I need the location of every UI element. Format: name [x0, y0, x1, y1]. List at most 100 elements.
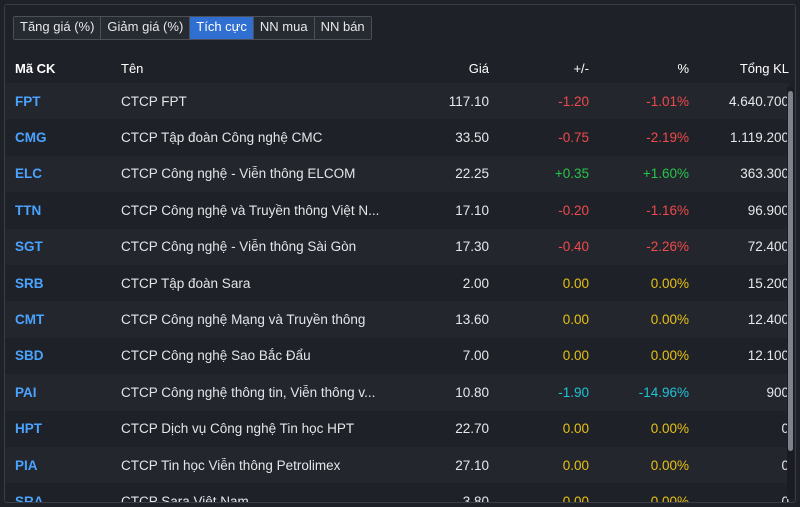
stock-symbol[interactable]: TTN — [5, 203, 111, 218]
company-name: CTCP Tập đoàn Công nghệ CMC — [121, 130, 323, 146]
table-row[interactable]: CMG CTCP Tập đoàn Công nghệ CMC 33.50 -0.75… — [5, 119, 789, 156]
stock-symbol[interactable]: CMG — [5, 130, 111, 145]
table-row[interactable]: HPT CTCP Dịch vụ Công nghệ Tin học HPT 22.… — [5, 410, 789, 447]
company-name: CTCP Công nghệ - Viễn thông Sài Gòn — [121, 239, 357, 255]
header-name[interactable]: Tên — [111, 61, 387, 76]
change-cell: 0.00 — [562, 275, 589, 291]
stock-symbol[interactable]: SRB — [5, 276, 111, 291]
stock-symbol[interactable]: PAI — [5, 385, 111, 400]
header-price[interactable]: Giá — [387, 61, 489, 76]
tab-active[interactable]: Tích cực — [190, 17, 254, 39]
table-row[interactable]: CMT CTCP Công nghệ Mạng và Truyền thông 13… — [5, 301, 789, 338]
volume-cell: 12.400 — [747, 312, 789, 328]
volume-cell: 0 — [781, 493, 789, 503]
table-row[interactable]: SBD CTCP Công nghệ Sao Bắc Đẩu 7.00 0.00 0.0… — [5, 337, 789, 375]
volume-cell: 0 — [781, 421, 789, 437]
company-name: CTCP Sara Việt Nam — [121, 493, 249, 503]
percent-cell: 0.00% — [650, 275, 689, 291]
percent-cell: 0.00% — [650, 421, 689, 437]
stock-symbol[interactable]: SBD — [5, 348, 111, 363]
percent-cell: -14.96% — [638, 384, 689, 400]
price-cell: 17.30 — [455, 239, 489, 255]
change-cell: 0.00 — [562, 493, 589, 503]
volume-cell: 15.200 — [747, 275, 789, 291]
table-row[interactable]: ELC CTCP Công nghệ - Viễn thông ELCOM 22.2… — [5, 155, 789, 193]
volume-cell: 72.400 — [747, 239, 789, 255]
header-volume[interactable]: Tổng KL — [689, 61, 789, 76]
table-row[interactable]: SRB CTCP Tập đoàn Sara 2.00 0.00 0.00% 15.200 — [5, 264, 789, 302]
percent-cell: -1.16% — [646, 202, 689, 218]
table-row[interactable]: SGT CTCP Công nghệ - Viễn thông Sài Gòn 17… — [5, 228, 789, 265]
stock-symbol[interactable]: PIA — [5, 458, 111, 473]
stock-symbol[interactable]: CMT — [5, 312, 111, 327]
table-row[interactable]: FPT CTCP FPT 117.10 -1.20 -1.01% 4.640.700 — [5, 83, 789, 120]
change-cell: +0.35 — [554, 166, 589, 182]
percent-cell: 0.00% — [650, 493, 689, 503]
change-cell: -0.40 — [558, 239, 589, 255]
change-cell: -1.20 — [558, 93, 589, 109]
volume-cell: 0 — [781, 457, 789, 473]
price-cell: 17.10 — [455, 202, 489, 218]
company-name: CTCP Công nghệ thông tin, Viễn thông v..… — [121, 384, 376, 400]
price-cell: 22.70 — [455, 421, 489, 437]
stock-symbol[interactable]: ELC — [5, 166, 111, 181]
percent-cell: +1.60% — [642, 166, 689, 182]
price-cell: 33.50 — [455, 130, 489, 146]
percent-cell: 0.00% — [650, 457, 689, 473]
percent-cell: -2.26% — [646, 239, 689, 255]
price-cell: 27.10 — [455, 457, 489, 473]
percent-cell: 0.00% — [650, 312, 689, 328]
volume-cell: 1.119.200 — [729, 130, 789, 146]
percent-cell: -1.01% — [646, 93, 689, 109]
price-cell: 7.00 — [462, 348, 489, 364]
company-name: CTCP Tập đoàn Sara — [121, 275, 251, 291]
stock-symbol[interactable]: SGT — [5, 239, 111, 254]
tab-gainers[interactable]: Tăng giá (%) — [14, 17, 102, 39]
price-cell: 22.25 — [455, 166, 489, 182]
stock-panel: Tăng giá (%) Giảm giá (%) Tích cực NN mu… — [4, 4, 796, 503]
company-name: CTCP Tin học Viễn thông Petrolimex — [121, 457, 341, 473]
change-cell: 0.00 — [562, 421, 589, 437]
stock-symbol[interactable]: HPT — [5, 421, 111, 436]
change-cell: 0.00 — [562, 348, 589, 364]
price-cell: 10.80 — [455, 384, 489, 400]
volume-cell: 96.900 — [747, 202, 789, 218]
company-name: CTCP Công nghệ Mạng và Truyền thông — [121, 312, 366, 328]
change-cell: 0.00 — [562, 312, 589, 328]
volume-cell: 900 — [766, 384, 789, 400]
price-cell: 117.10 — [448, 93, 489, 109]
stock-symbol[interactable]: FPT — [5, 94, 111, 109]
change-cell: -0.20 — [558, 202, 589, 218]
company-name: CTCP Công nghệ Sao Bắc Đẩu — [121, 348, 311, 364]
company-name: CTCP Công nghệ và Truyền thông Việt N... — [121, 202, 380, 218]
tab-losers[interactable]: Giảm giá (%) — [101, 17, 191, 39]
table-row[interactable]: PAI CTCP Công nghệ thông tin, Viễn thông … — [5, 374, 789, 411]
volume-cell: 363.300 — [740, 166, 789, 182]
company-name: CTCP FPT — [121, 93, 187, 109]
change-cell: 0.00 — [562, 457, 589, 473]
tab-foreign-buy[interactable]: NN mua — [253, 17, 315, 39]
table-header: Mã CK Tên Giá +/- % Tổng KL — [5, 53, 789, 83]
vertical-scrollbar[interactable] — [787, 87, 794, 499]
header-change[interactable]: +/- — [489, 61, 589, 76]
volume-cell: 4.640.700 — [728, 93, 789, 109]
header-percent[interactable]: % — [589, 61, 689, 76]
header-symbol[interactable]: Mã CK — [5, 61, 111, 76]
stock-symbol[interactable]: SRA — [5, 494, 111, 502]
volume-cell: 12.100 — [747, 348, 789, 364]
company-name: CTCP Dịch vụ Công nghệ Tin học HPT — [121, 421, 355, 437]
change-cell: -1.90 — [558, 384, 589, 400]
price-cell: 3.80 — [462, 493, 489, 503]
table-body: FPT CTCP FPT 117.10 -1.20 -1.01% 4.640.700 CMG… — [5, 83, 789, 503]
table-row[interactable]: TTN CTCP Công nghệ và Truyền thông Việt N… — [5, 192, 789, 229]
table-row[interactable]: SRA CTCP Sara Việt Nam 3.80 0.00 0.00% 0 — [5, 483, 789, 503]
price-cell: 2.00 — [462, 275, 489, 291]
scrollbar-thumb[interactable] — [788, 91, 793, 451]
tab-foreign-sell[interactable]: NN bán — [314, 17, 371, 39]
percent-cell: -2.19% — [646, 130, 689, 146]
company-name: CTCP Công nghệ - Viễn thông ELCOM — [121, 166, 356, 182]
tab-bar: Tăng giá (%) Giảm giá (%) Tích cực NN mu… — [13, 16, 372, 40]
percent-cell: 0.00% — [650, 348, 689, 364]
table-row[interactable]: PIA CTCP Tin học Viễn thông Petrolimex 27.… — [5, 446, 789, 484]
change-cell: -0.75 — [558, 130, 589, 146]
